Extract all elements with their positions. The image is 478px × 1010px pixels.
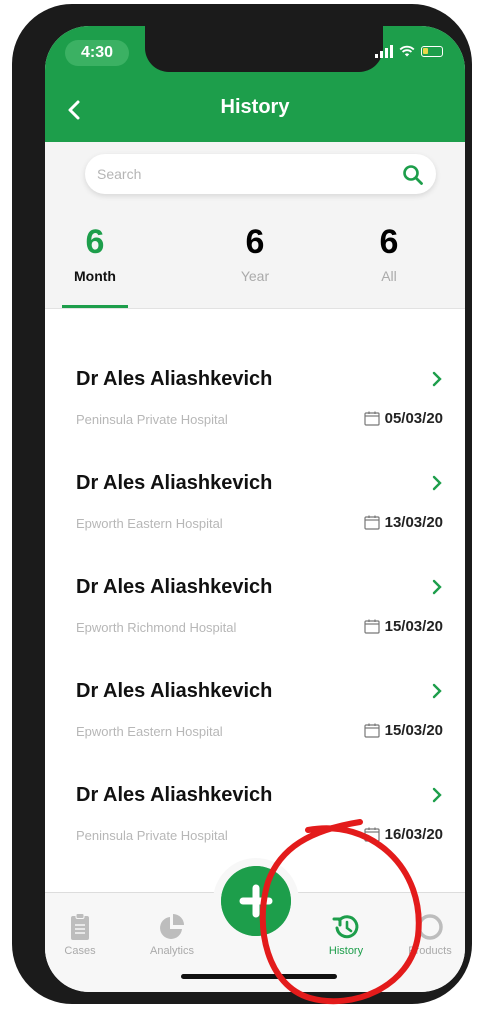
hospital-name: Peninsula Private Hospital xyxy=(76,828,228,843)
chevron-right-icon xyxy=(432,371,442,387)
app-screen: 4:30 History Search 6 Month 6 Year 6 All… xyxy=(45,26,465,992)
stat-year[interactable]: 6 Year xyxy=(195,222,315,284)
stat-month[interactable]: 6 Month xyxy=(45,222,155,284)
date-text: 15/03/20 xyxy=(384,618,443,635)
calendar-icon xyxy=(364,515,380,530)
tab-label: Analytics xyxy=(149,945,195,957)
date-text: 13/03/20 xyxy=(384,514,443,531)
tab-history[interactable]: History xyxy=(311,913,381,957)
search-section xyxy=(45,142,465,218)
chevron-right-icon xyxy=(432,683,442,699)
hospital-name: Epworth Richmond Hospital xyxy=(76,620,237,635)
signal-icon xyxy=(375,44,393,58)
tab-analytics[interactable]: Analytics xyxy=(137,913,207,957)
doctor-name: Dr Ales Aliashkevich xyxy=(76,472,273,494)
list-item[interactable]: Dr Ales Aliashkevich Epworth Eastern Hos… xyxy=(45,468,465,572)
tab-products[interactable]: Products xyxy=(395,913,465,957)
stat-year-value: 6 xyxy=(245,223,265,261)
case-date: 16/03/20 xyxy=(364,826,443,843)
history-icon xyxy=(332,915,359,939)
chevron-right-icon xyxy=(432,579,442,595)
hospital-name: Epworth Eastern Hospital xyxy=(76,724,223,739)
clipboard-icon xyxy=(71,913,89,940)
case-date: 13/03/20 xyxy=(364,514,443,531)
doctor-name: Dr Ales Aliashkevich xyxy=(76,576,273,598)
active-tab-underline xyxy=(62,305,128,308)
tab-label: Cases xyxy=(64,945,96,957)
calendar-icon xyxy=(364,619,380,634)
battery-icon xyxy=(421,45,443,57)
period-stats: 6 Month 6 Year 6 All xyxy=(45,218,465,309)
calendar-icon xyxy=(364,411,380,426)
case-date: 15/03/20 xyxy=(364,722,443,739)
doctor-name: Dr Ales Aliashkevich xyxy=(76,784,273,806)
date-text: 15/03/20 xyxy=(384,722,443,739)
device-notch xyxy=(145,26,383,72)
add-case-button[interactable] xyxy=(221,866,291,936)
search-input[interactable] xyxy=(97,154,387,194)
list-item[interactable]: Dr Ales Aliashkevich Epworth Eastern Hos… xyxy=(45,676,465,780)
case-date: 15/03/20 xyxy=(364,618,443,635)
calendar-icon xyxy=(364,723,380,738)
stat-all-value: 6 xyxy=(379,223,399,261)
list-item[interactable]: Dr Ales Aliashkevich Epworth Richmond Ho… xyxy=(45,572,465,676)
pie-chart-icon xyxy=(160,914,184,939)
stat-year-label: Year xyxy=(240,268,270,284)
status-time: 4:30 xyxy=(65,40,129,66)
page-title: History xyxy=(220,96,290,118)
stat-all-label: All xyxy=(381,268,397,284)
tab-label: History xyxy=(328,945,364,957)
phone-frame: 4:30 History Search 6 Month 6 Year 6 All… xyxy=(12,4,472,1004)
home-indicator xyxy=(181,974,337,979)
stat-all[interactable]: 6 All xyxy=(329,222,449,284)
tab-label: Products xyxy=(408,945,452,957)
products-icon xyxy=(417,914,443,940)
stat-month-label: Month xyxy=(74,268,116,284)
wifi-icon xyxy=(399,45,415,57)
doctor-name: Dr Ales Aliashkevich xyxy=(76,680,273,702)
stat-month-value: 6 xyxy=(85,223,105,261)
date-text: 05/03/20 xyxy=(384,410,443,427)
hospital-name: Epworth Eastern Hospital xyxy=(76,516,223,531)
chevron-right-icon xyxy=(432,787,442,803)
date-text: 16/03/20 xyxy=(384,826,443,843)
search-bar xyxy=(85,154,436,194)
status-icons xyxy=(375,44,443,58)
search-icon[interactable] xyxy=(402,164,424,186)
case-date: 05/03/20 xyxy=(364,410,443,427)
doctor-name: Dr Ales Aliashkevich xyxy=(76,368,273,390)
hospital-name: Peninsula Private Hospital xyxy=(76,412,228,427)
list-item[interactable]: Dr Ales Aliashkevich Peninsula Private H… xyxy=(45,364,465,468)
calendar-icon xyxy=(364,827,380,842)
chevron-right-icon xyxy=(432,475,442,491)
tab-cases[interactable]: Cases xyxy=(45,913,115,957)
